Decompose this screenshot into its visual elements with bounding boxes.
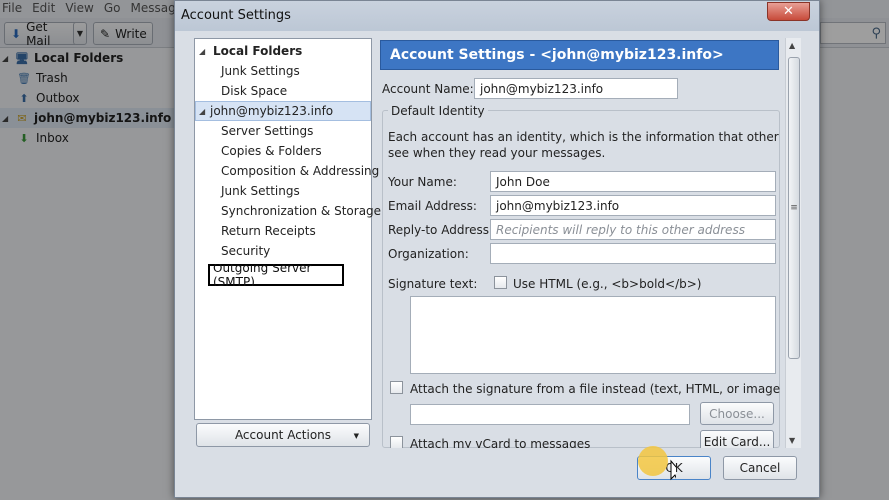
write-button[interactable]: ✎ Write (93, 22, 153, 45)
cancel-button[interactable]: Cancel (723, 456, 797, 480)
signature-file-input[interactable] (410, 404, 690, 425)
tree-junk-settings[interactable]: Junk Settings (221, 181, 300, 201)
message-pane (818, 48, 889, 500)
account-tree: ◢ Local Folders Junk Settings Disk Space… (194, 38, 381, 420)
attach-vcard-label: Attach my vCard to messages (410, 437, 591, 448)
menu-edit[interactable]: Edit (30, 0, 63, 18)
collapse-arrow-icon[interactable]: ◢ (2, 114, 10, 123)
identity-description-line-1: Each account has an identity, which is t… (388, 130, 780, 144)
search-icon: ⚲ (871, 25, 881, 41)
account-settings-dialog: Account Settings ✕ ◢ Local Folders Junk … (174, 0, 820, 498)
your-name-input[interactable]: John Doe (490, 171, 776, 192)
settings-scrollbar[interactable]: ▲ ≡ ▼ (785, 38, 801, 448)
tree-composition[interactable]: Composition & Addressing (221, 161, 379, 181)
pencil-icon: ✎ (100, 26, 111, 41)
tree-outgoing-server[interactable]: Outgoing Server (SMTP) (206, 261, 346, 289)
dialog-title: Account Settings (181, 8, 291, 23)
outbox-icon: ⬆ (19, 91, 29, 105)
get-mail-dropdown[interactable]: ▼ (73, 22, 87, 45)
tree-disk-space[interactable]: Disk Space (221, 81, 287, 101)
edit-card-button[interactable]: Edit Card... (700, 430, 774, 448)
folder-inbox[interactable]: ⬇ Inbox (16, 128, 68, 148)
scrollbar-thumb[interactable]: ≡ (788, 57, 800, 359)
folder-outbox[interactable]: ⬆ Outbox (16, 88, 79, 108)
tree-security[interactable]: Security (221, 241, 270, 261)
scroll-down-icon[interactable]: ▼ (789, 436, 795, 445)
organization-input[interactable] (490, 243, 776, 264)
tree-server-settings[interactable]: Server Settings (221, 121, 313, 141)
signature-label: Signature text: (388, 277, 478, 291)
use-html-checkbox[interactable] (494, 276, 507, 289)
collapse-arrow-icon[interactable]: ◢ (199, 107, 207, 116)
tree-junk-settings-local[interactable]: Junk Settings (221, 61, 300, 81)
search-input[interactable]: ⚲ (820, 22, 886, 44)
attach-signature-label: Attach the signature from a file instead… (410, 382, 780, 396)
default-identity-legend: Default Identity (388, 104, 488, 118)
mouse-cursor-icon (638, 446, 676, 481)
tree-sync-storage[interactable]: Synchronization & Storage (221, 201, 381, 221)
organization-label: Organization: (388, 247, 469, 261)
inbox-icon: ⬇ (19, 131, 29, 145)
account-name-input[interactable]: john@mybiz123.info (474, 78, 678, 99)
account-name-label: Account Name: (382, 82, 474, 96)
email-label: Email Address: (388, 199, 477, 213)
get-mail-button[interactable]: ⬇ Get Mail (4, 20, 78, 48)
menu-view[interactable]: View (63, 0, 101, 18)
reply-to-input[interactable]: Recipients will reply to this other addr… (490, 219, 776, 240)
settings-content: Account Settings - <john@mybiz123.info> … (380, 38, 780, 448)
dialog-titlebar: Account Settings ✕ (175, 1, 819, 31)
mail-account-icon: ✉ (17, 111, 27, 125)
folder-trash[interactable]: 🗑 Trash (16, 68, 68, 88)
computer-icon: 🖥 (15, 51, 29, 65)
signature-textarea[interactable] (410, 296, 776, 374)
attach-signature-checkbox[interactable] (390, 381, 403, 394)
tree-local-folders[interactable]: ◢ Local Folders (199, 41, 302, 61)
menu-file[interactable]: File (0, 0, 30, 18)
tree-account[interactable]: ◢ john@mybiz123.info (195, 101, 371, 121)
trash-icon: 🗑 (17, 71, 31, 85)
settings-header: Account Settings - <john@mybiz123.info> (380, 40, 779, 70)
email-input[interactable]: john@mybiz123.info (490, 195, 776, 216)
use-html-label: Use HTML (e.g., <b>bold</b>) (513, 277, 702, 291)
download-icon: ⬇ (11, 26, 22, 41)
collapse-arrow-icon[interactable]: ◢ (2, 54, 10, 63)
tree-copies-folders[interactable]: Copies & Folders (221, 141, 322, 161)
close-icon: ✕ (783, 4, 794, 19)
folder-pane: ◢ 🖥 Local Folders 🗑 Trash ⬆ Outbox ◢ ✉ j… (0, 48, 176, 500)
grip-icon: ≡ (790, 203, 798, 213)
collapse-arrow-icon[interactable]: ◢ (199, 47, 207, 56)
menu-go[interactable]: Go (102, 0, 129, 18)
folder-local-folders[interactable]: ◢ 🖥 Local Folders (2, 48, 123, 68)
close-button[interactable]: ✕ (767, 2, 810, 21)
account-actions-button[interactable]: Account Actions ▼ (196, 423, 370, 447)
your-name-label: Your Name: (388, 175, 457, 189)
folder-account[interactable]: ◢ ✉ john@mybiz123.info (0, 108, 176, 128)
tree-return-receipts[interactable]: Return Receipts (221, 221, 316, 241)
identity-description-line-2: see when they read your messages. (388, 146, 606, 160)
choose-button[interactable]: Choose... (700, 402, 774, 425)
scroll-up-icon[interactable]: ▲ (789, 41, 795, 50)
reply-to-label: Reply-to Address: (388, 223, 494, 237)
attach-vcard-checkbox[interactable] (390, 436, 403, 448)
dropdown-arrow-icon: ▼ (353, 432, 359, 440)
